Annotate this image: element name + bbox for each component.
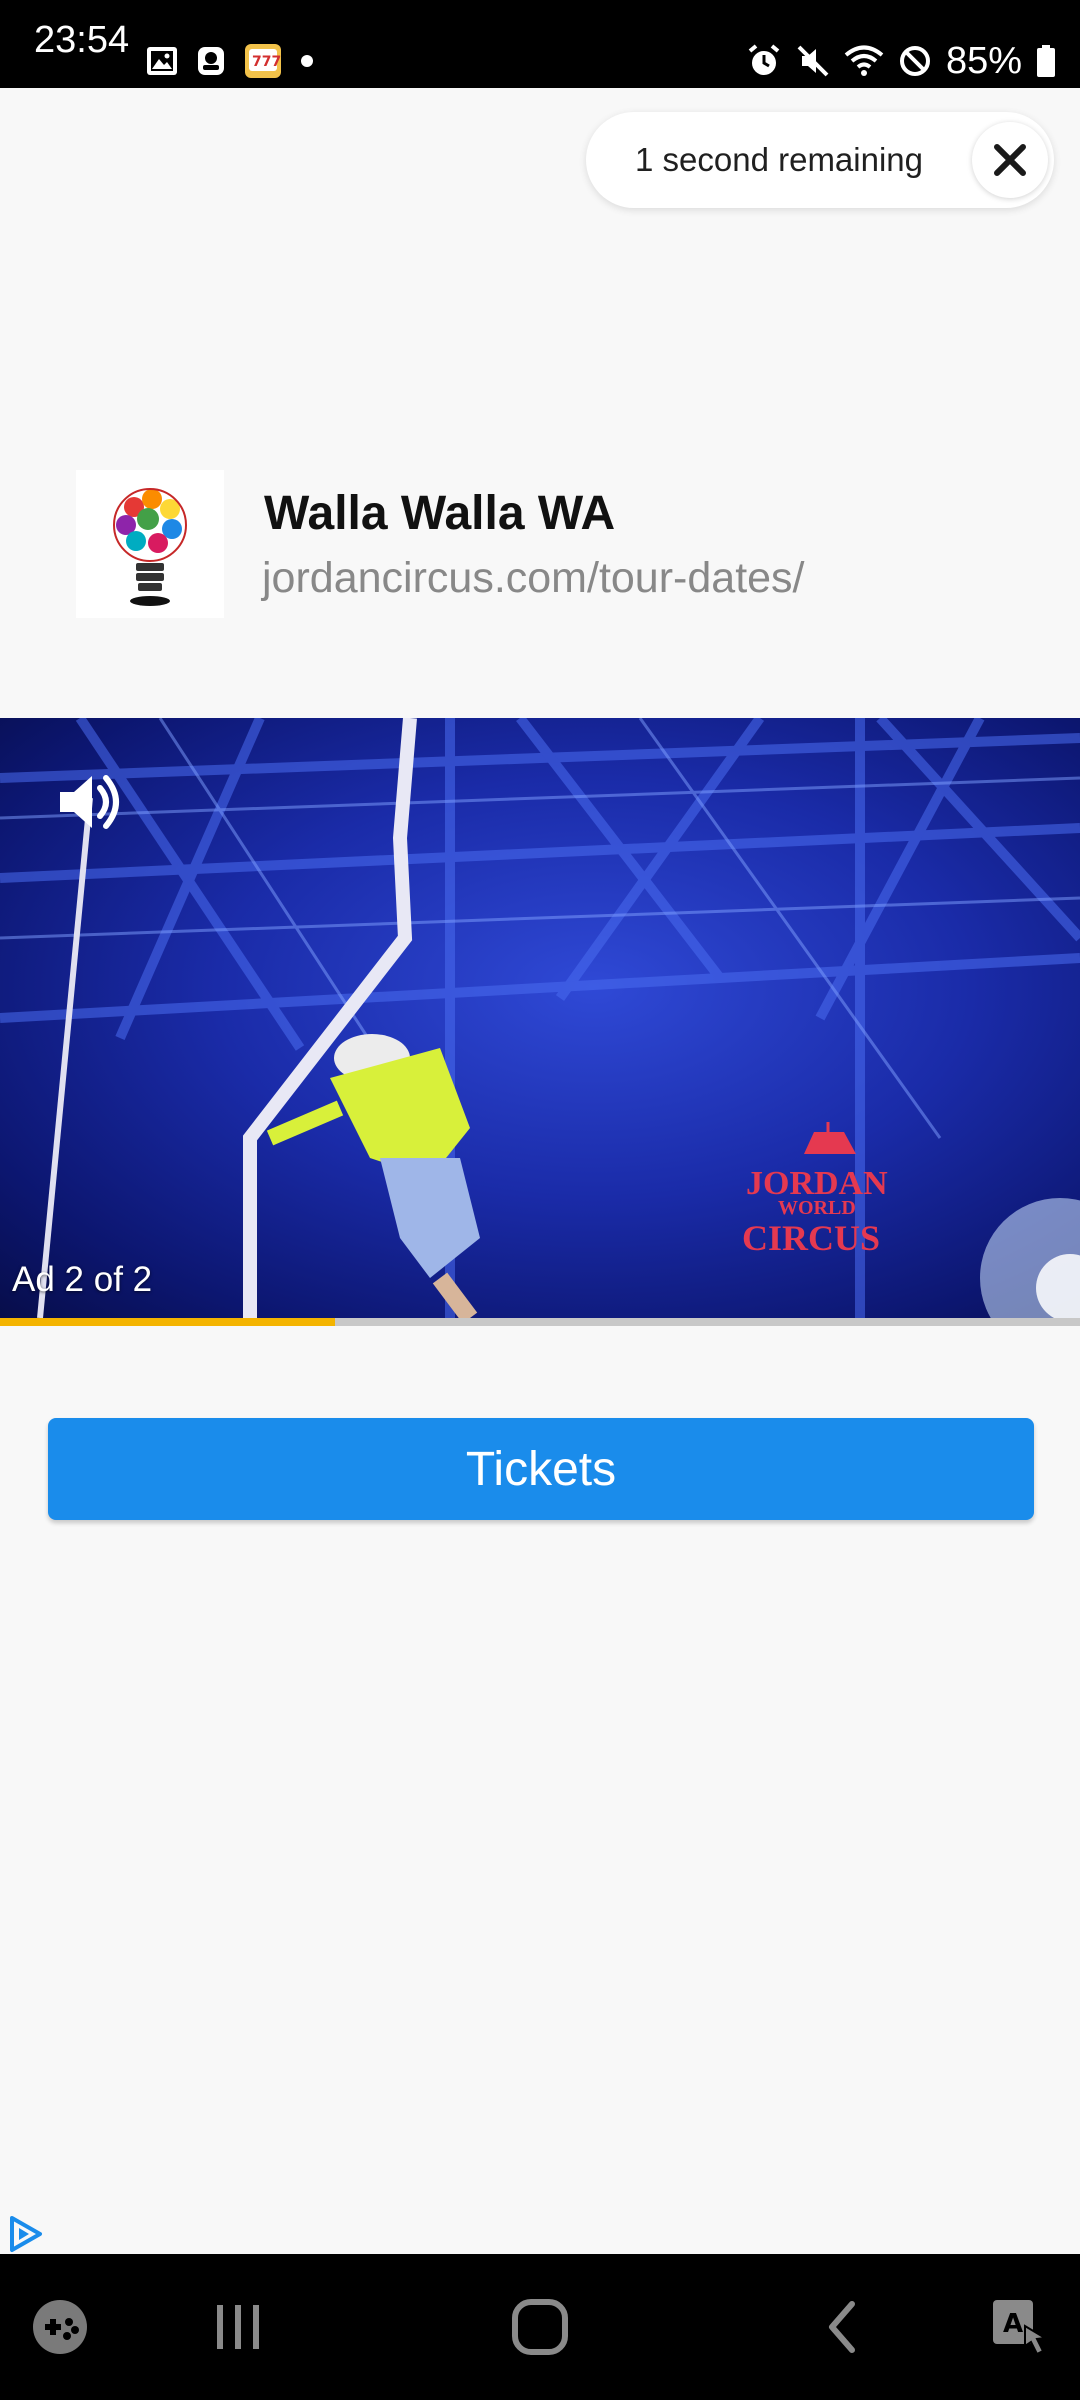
accessibility-button[interactable]: A: [991, 2296, 1049, 2358]
do-not-disturb-icon: [899, 46, 930, 76]
close-button[interactable]: [972, 122, 1048, 198]
status-time: 23:54: [34, 19, 130, 61]
status-left-icons: 777: [146, 43, 314, 79]
recent-apps-button[interactable]: [212, 2301, 264, 2353]
battery-icon: [1037, 45, 1055, 77]
status-right-icons: 85%: [746, 39, 1056, 83]
advertiser-title[interactable]: Walla Walla WA: [264, 486, 615, 541]
game-launcher-icon: [33, 2300, 87, 2354]
accessibility-icon: A: [993, 2300, 1048, 2356]
status-bar: 23:54 777 85%: [0, 0, 1080, 88]
gallery-icon: [147, 47, 177, 75]
recent-apps-icon: [217, 2305, 259, 2349]
home-button[interactable]: [511, 2298, 569, 2356]
countdown-pill: 1 second remaining: [586, 112, 1054, 208]
ad-counter: Ad 2 of 2: [12, 1260, 153, 1299]
video-progress-fill: [0, 1318, 335, 1326]
advertiser-logo[interactable]: [76, 470, 224, 618]
adchoices-icon[interactable]: [6, 2214, 46, 2254]
app-badge-icon: [198, 47, 224, 75]
advertiser-url[interactable]: jordancircus.com/tour-dates/: [262, 554, 805, 603]
wifi-icon: [844, 45, 884, 76]
brand-logo-line-2: WORLD: [778, 1197, 856, 1219]
home-icon: [512, 2299, 568, 2355]
video-player[interactable]: JORDAN WORLD CIRCUS Ad 2 of 2: [0, 718, 1080, 1318]
brand-logo: JORDAN WORLD CIRCUS: [742, 1122, 888, 1258]
alarm-icon: [748, 44, 780, 75]
tickets-button[interactable]: Tickets: [48, 1418, 1034, 1520]
brand-logo-line-3: CIRCUS: [742, 1218, 880, 1258]
mute-icon: [797, 45, 829, 77]
back-button[interactable]: [822, 2298, 862, 2356]
close-icon: [994, 144, 1026, 176]
speaker-icon[interactable]: [52, 766, 124, 838]
back-icon: [829, 2301, 855, 2353]
notification-dot: [301, 55, 313, 67]
navigation-bar: A: [0, 2254, 1080, 2400]
svg-text:A: A: [1003, 2309, 1023, 2339]
video-frame: [0, 718, 1080, 1318]
lightbulb-logo-icon: [113, 488, 187, 606]
video-progress-track: [0, 1318, 1080, 1326]
countdown-text: 1 second remaining: [635, 141, 924, 178]
game-launcher-button[interactable]: [31, 2298, 89, 2356]
battery-percent: 85%: [945, 40, 1022, 82]
svg-text:777: 777: [252, 54, 281, 70]
slot-game-icon: 777: [245, 44, 281, 78]
